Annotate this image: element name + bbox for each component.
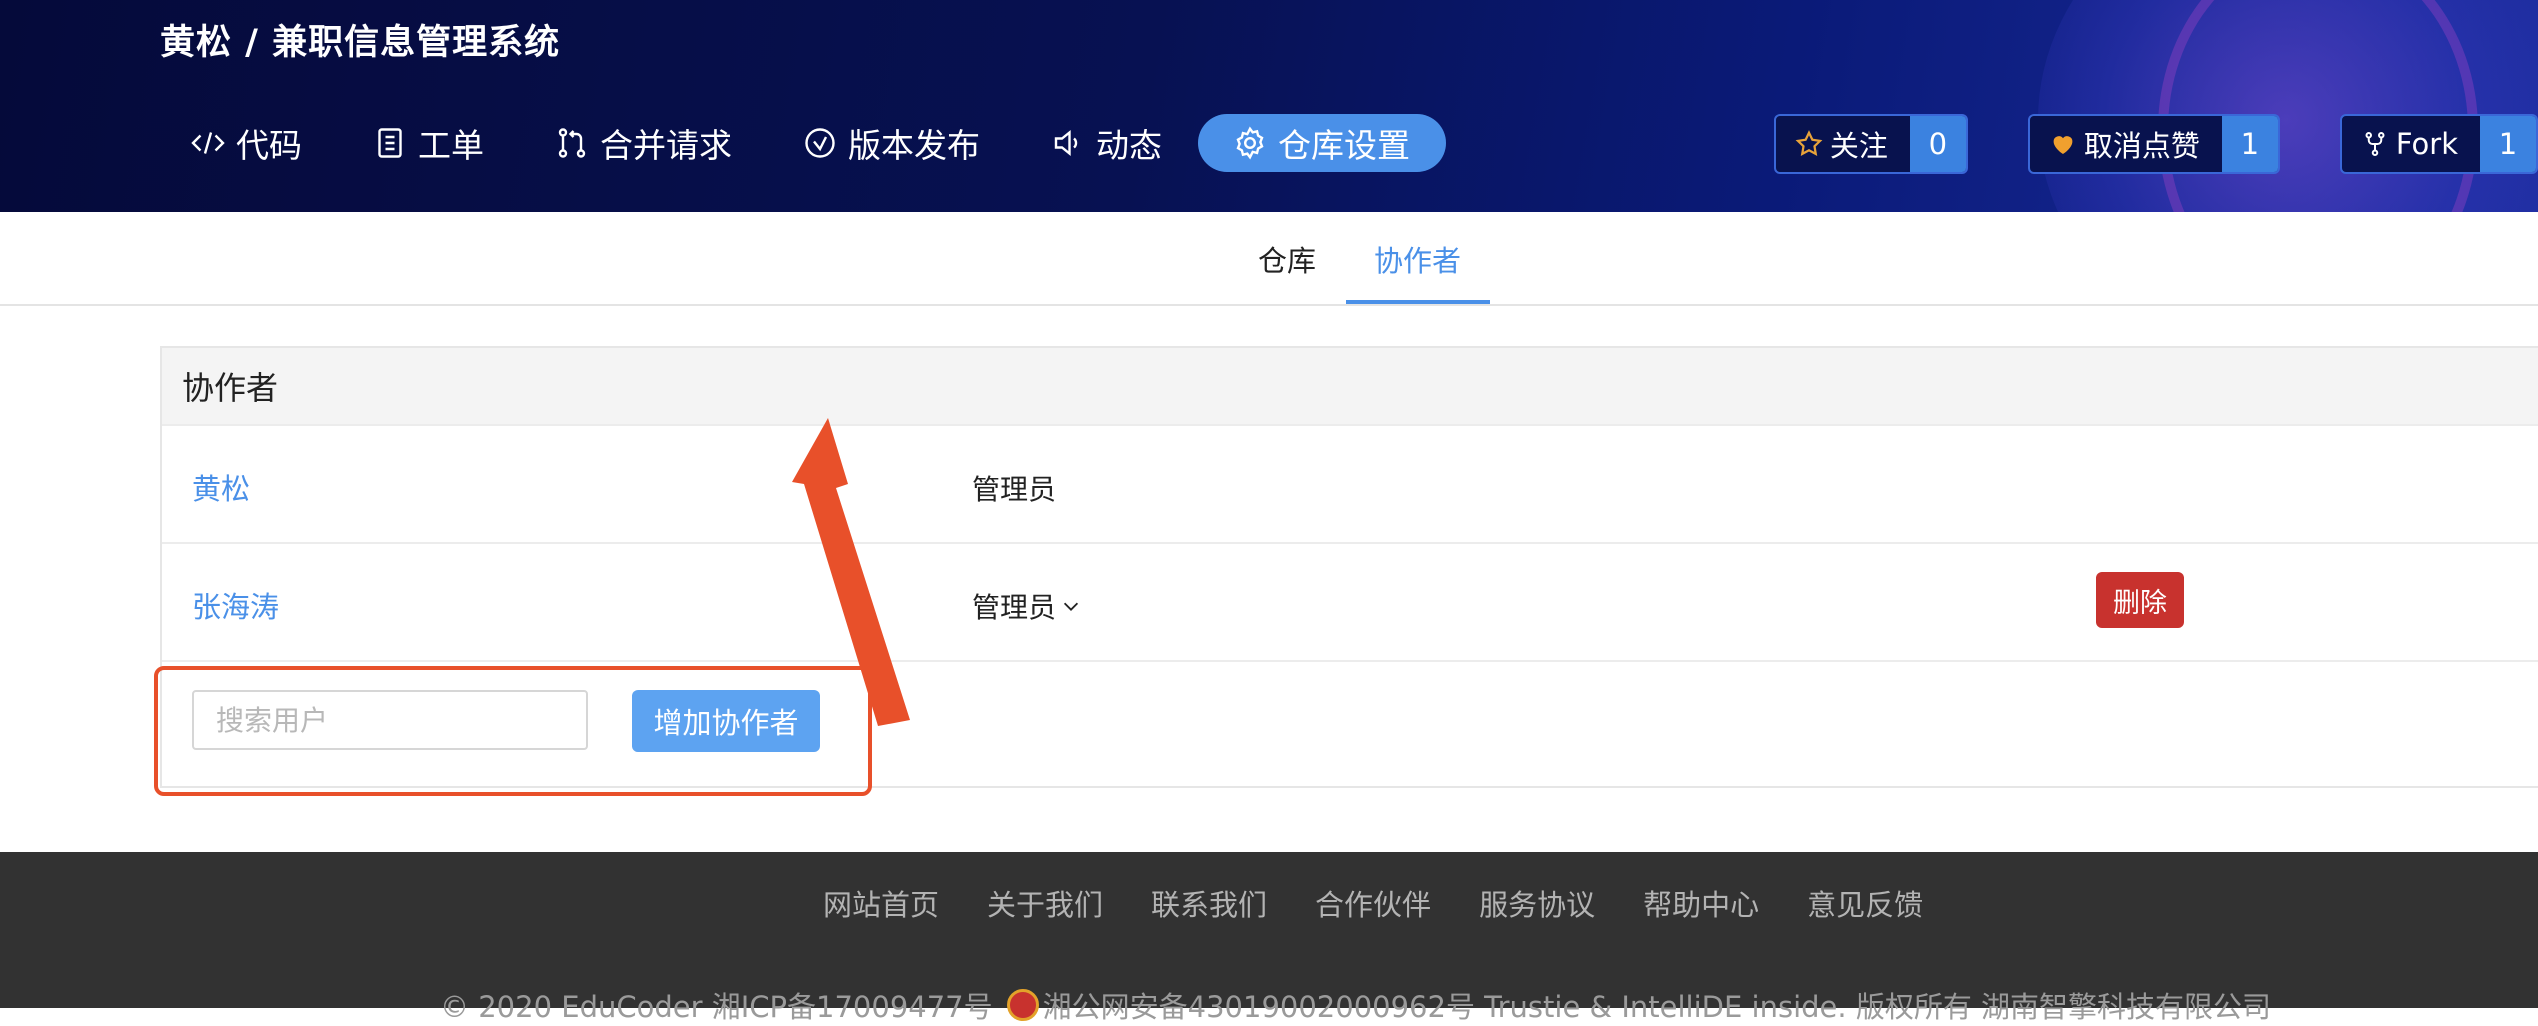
chevron-down-icon bbox=[1063, 602, 1079, 611]
nav-code-label: 代码 bbox=[236, 126, 302, 165]
collaborator-name[interactable]: 张海涛 bbox=[192, 584, 279, 626]
footer-link-contact[interactable]: 联系我们 bbox=[1151, 882, 1267, 924]
merge-icon bbox=[558, 128, 586, 158]
site-footer: 网站首页 关于我们 联系我们 合作伙伴 服务协议 帮助中心 意见反馈 © 202… bbox=[0, 852, 2538, 1024]
police-badge-icon bbox=[1006, 989, 1039, 1021]
footer-link-help[interactable]: 帮助中心 bbox=[1643, 882, 1759, 924]
clipboard-icon bbox=[378, 128, 402, 158]
watch-label: 关注 bbox=[1829, 129, 1888, 163]
collaborator-row: 黄松 管理员 bbox=[162, 424, 2538, 542]
watch-count: 0 bbox=[1909, 116, 1966, 172]
check-circle-icon bbox=[805, 128, 835, 158]
heart-icon bbox=[2053, 136, 2073, 154]
speaker-icon bbox=[1054, 130, 1078, 156]
footer-link-feedback[interactable]: 意见反馈 bbox=[1807, 882, 1923, 924]
fork-label: Fork bbox=[2395, 127, 2458, 161]
gear-icon bbox=[1236, 126, 1264, 160]
nav-merge-requests-label: 合并请求 bbox=[600, 126, 732, 165]
copyright: © 2020 EduCoder 湘ICP备17009477号 湘公网安备4301… bbox=[440, 984, 2271, 1026]
copyright-right: 湘公网安备43019002000962号 Trustie & IntelliDE… bbox=[1042, 990, 2272, 1024]
delete-collaborator-button[interactable]: 删除 bbox=[2096, 572, 2184, 628]
nav-code[interactable]: 代码 bbox=[190, 113, 302, 173]
fork-button[interactable]: Fork 1 bbox=[2339, 114, 2538, 174]
footer-link-about[interactable]: 关于我们 bbox=[987, 882, 1103, 924]
repo-header: 黄松 / 兼职信息管理系统 代码 工单 合并请求 版本发布 动态 仓库设置 关注… bbox=[0, 0, 2538, 212]
add-collaborator-row: 增加协作者 bbox=[162, 660, 2538, 790]
tab-repository[interactable]: 仓库 bbox=[1258, 238, 1316, 280]
nav-issues-label: 工单 bbox=[418, 126, 484, 165]
add-collaborator-button[interactable]: 增加协作者 bbox=[632, 690, 820, 752]
repo-title[interactable]: 黄松 / 兼职信息管理系统 bbox=[160, 14, 560, 65]
nav-releases-label: 版本发布 bbox=[848, 126, 980, 165]
role-label: 管理员 bbox=[972, 591, 1057, 624]
fork-icon bbox=[2365, 132, 2385, 157]
watch-button[interactable]: 关注 0 bbox=[1773, 114, 1968, 174]
copyright-left: © 2020 EduCoder 湘ICP备17009477号 bbox=[440, 990, 993, 1024]
collaborators-panel: 协作者 黄松 管理员 张海涛 管理员 删除 增加协作者 bbox=[160, 346, 2538, 788]
tab-collaborators[interactable]: 协作者 bbox=[1374, 238, 1461, 280]
like-count: 1 bbox=[2221, 116, 2278, 172]
nav-activity-label: 动态 bbox=[1096, 126, 1162, 165]
footer-links: 网站首页 关于我们 联系我们 合作伙伴 服务协议 帮助中心 意见反馈 bbox=[823, 882, 1971, 924]
code-icon bbox=[191, 132, 225, 154]
search-user-input[interactable] bbox=[192, 690, 588, 750]
active-tab-indicator bbox=[1346, 300, 1490, 304]
repo-nav: 代码 工单 合并请求 版本发布 动态 仓库设置 bbox=[190, 110, 1516, 176]
footer-link-partners[interactable]: 合作伙伴 bbox=[1315, 882, 1431, 924]
nav-issues[interactable]: 工单 bbox=[372, 113, 484, 173]
role-label: 管理员 bbox=[972, 473, 1057, 506]
collaborator-role: 管理员 bbox=[972, 468, 1056, 508]
footer-link-terms[interactable]: 服务协议 bbox=[1479, 882, 1595, 924]
nav-merge-requests[interactable]: 合并请求 bbox=[554, 113, 732, 173]
nav-settings-label: 仓库设置 bbox=[1278, 126, 1410, 165]
repo-actions: 关注 0 取消点赞 1 Fork 1 bbox=[1714, 114, 2538, 174]
star-icon bbox=[1795, 130, 1823, 156]
like-button[interactable]: 取消点赞 1 bbox=[2027, 114, 2280, 174]
collaborator-name[interactable]: 黄松 bbox=[192, 466, 250, 508]
nav-settings[interactable]: 仓库设置 bbox=[1198, 114, 1446, 172]
fork-count: 1 bbox=[2480, 116, 2536, 172]
nav-releases[interactable]: 版本发布 bbox=[802, 113, 980, 173]
nav-activity[interactable]: 动态 bbox=[1050, 113, 1162, 173]
footer-link-home[interactable]: 网站首页 bbox=[823, 882, 939, 924]
panel-title: 协作者 bbox=[162, 348, 2538, 424]
header-decoration-ring bbox=[2158, 0, 2478, 212]
settings-subtabs: 仓库 协作者 bbox=[0, 212, 2538, 306]
collaborator-row: 张海涛 管理员 删除 bbox=[162, 542, 2538, 660]
role-dropdown[interactable]: 管理员 bbox=[972, 586, 1082, 626]
like-label: 取消点赞 bbox=[2083, 129, 2200, 163]
